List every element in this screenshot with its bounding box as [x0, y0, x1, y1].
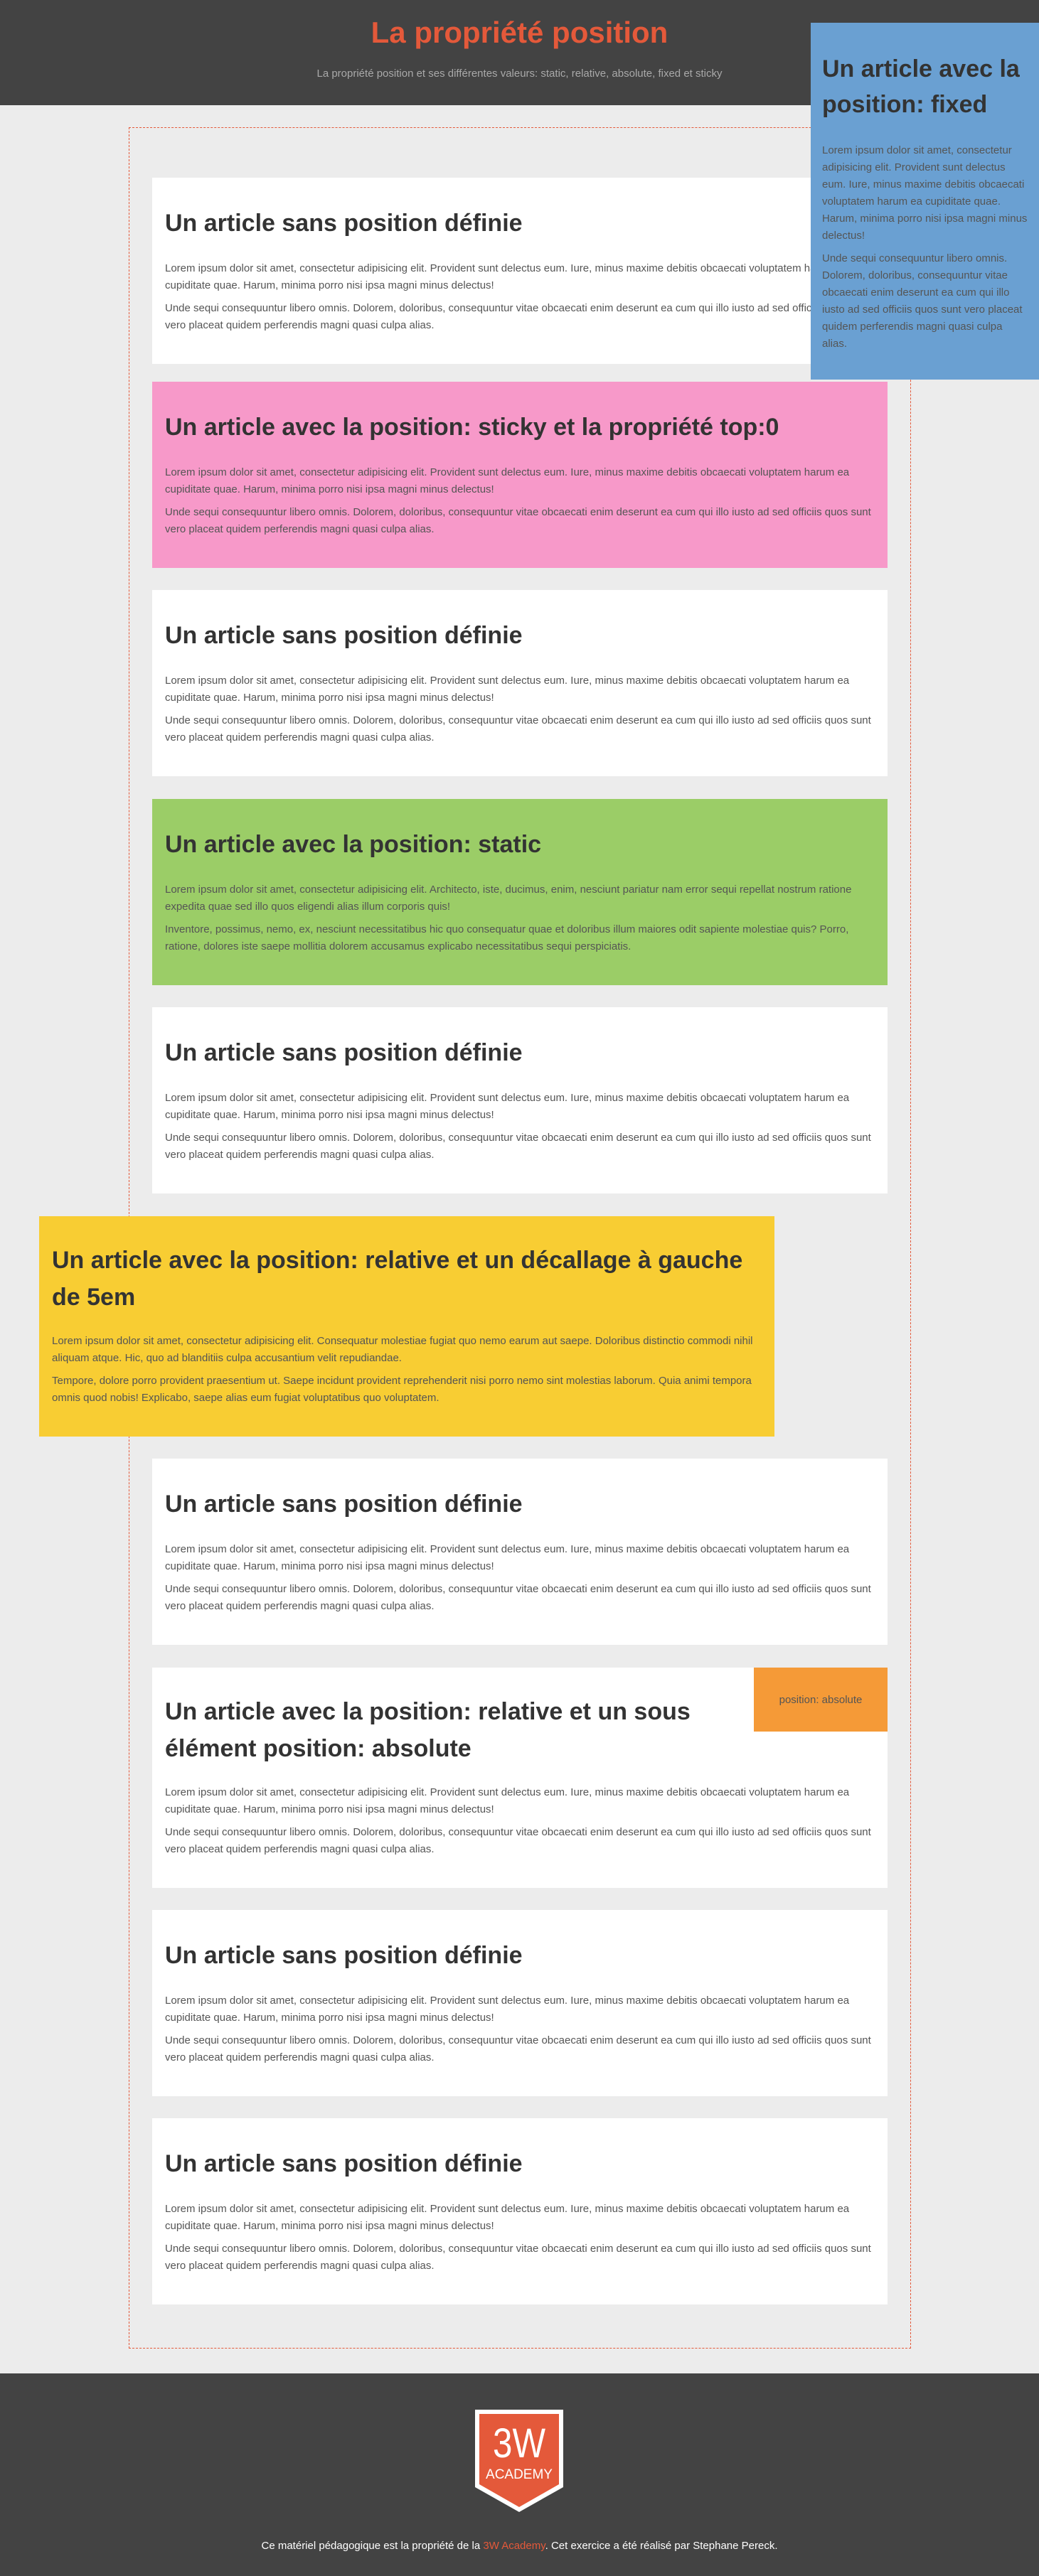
footer-text-before: Ce matériel pédagogique est la propriété…	[261, 2540, 484, 2552]
article-paragraph: Lorem ipsum dolor sit amet, consectetur …	[822, 144, 1028, 242]
article-paragraph: Lorem ipsum dolor sit amet, consectetur …	[165, 1995, 850, 2024]
article-paragraph: Lorem ipsum dolor sit amet, consectetur …	[165, 1786, 850, 1815]
article-paragraph: Lorem ipsum dolor sit amet, consectetur …	[165, 466, 850, 495]
article-paragraph: Tempore, dolore porro provident praesent…	[52, 1375, 752, 1404]
article-paragraph: Unde sequi consequuntur libero omnis. Do…	[165, 714, 871, 744]
article-paragraph: Lorem ipsum dolor sit amet, consectetur …	[165, 1092, 850, 1121]
article-title: Un article avec la position: static	[165, 831, 542, 858]
article-title: Un article avec la position: sticky et l…	[165, 414, 779, 441]
article-no-position: Un article sans position définie Lorem i…	[152, 1459, 888, 1645]
article-static: Un article avec la position: static Lore…	[152, 799, 888, 985]
article-no-position: Un article sans position définie Lorem i…	[152, 2118, 888, 2304]
article-paragraph: Unde sequi consequuntur libero omnis. Do…	[165, 1583, 871, 1612]
article-paragraph: Unde sequi consequuntur libero omnis. Do…	[165, 506, 871, 535]
3w-academy-logo: 3W ACADEMY	[475, 2410, 563, 2512]
article-title: Un article sans position définie	[165, 2150, 523, 2177]
article-paragraph: Unde sequi consequuntur libero omnis. Do…	[165, 302, 871, 331]
article-no-position: Un article sans position définie Lorem i…	[152, 178, 888, 364]
footer-text-after: . Cet exercice a été réalisé par Stephan…	[545, 2540, 778, 2552]
article-title: Un article sans position définie	[165, 1942, 523, 1969]
article-no-position: Un article sans position définie Lorem i…	[152, 1007, 888, 1193]
article-paragraph: Lorem ipsum dolor sit amet, consectetur …	[165, 262, 850, 291]
site-footer: 3W ACADEMY Ce matériel pédagogique est l…	[0, 2373, 1039, 2576]
logo-text-academy: ACADEMY	[486, 2467, 553, 2482]
article-paragraph: Lorem ipsum dolor sit amet, consectetur …	[165, 1543, 850, 1572]
article-paragraph: Unde sequi consequuntur libero omnis. Do…	[165, 1132, 871, 1161]
article-relative-left: Un article avec la position: relative et…	[39, 1216, 774, 1437]
absolute-child-box: position: absolute	[754, 1668, 888, 1732]
article-paragraph: Unde sequi consequuntur libero omnis. Do…	[822, 252, 1023, 350]
footer-academy-link[interactable]: 3W Academy	[483, 2540, 545, 2552]
article-title: Un article sans position définie	[165, 1491, 523, 1518]
article-no-position: Un article sans position définie Lorem i…	[152, 1910, 888, 2096]
article-paragraph: Inventore, possimus, nemo, ex, nesciunt …	[165, 923, 849, 952]
article-paragraph: Lorem ipsum dolor sit amet, consectetur …	[165, 2203, 850, 2232]
article-paragraph: Unde sequi consequuntur libero omnis. Do…	[165, 1826, 871, 1855]
article-sticky: Un article avec la position: sticky et l…	[152, 382, 888, 568]
footer-credits: Ce matériel pédagogique est la propriété…	[0, 2540, 1039, 2552]
article-title: Un article avec la position: relative et…	[52, 1247, 743, 1311]
article-no-position: Un article sans position définie Lorem i…	[152, 590, 888, 776]
article-paragraph: Lorem ipsum dolor sit amet, consectetur …	[165, 884, 852, 913]
logo-text-3w: 3W	[493, 2420, 545, 2467]
article-title: Un article avec la position: relative et…	[165, 1698, 691, 1762]
article-relative-absolute: position: absolute Un article avec la po…	[152, 1668, 888, 1888]
article-paragraph: Unde sequi consequuntur libero omnis. Do…	[165, 2034, 871, 2064]
article-paragraph: Lorem ipsum dolor sit amet, consectetur …	[165, 675, 850, 704]
article-paragraph: Unde sequi consequuntur libero omnis. Do…	[165, 2243, 871, 2272]
article-title: Un article avec la position: fixed	[822, 55, 1020, 118]
article-title: Un article sans position définie	[165, 1039, 523, 1066]
article-paragraph: Lorem ipsum dolor sit amet, consectetur …	[52, 1335, 753, 1364]
article-title: Un article sans position définie	[165, 622, 523, 649]
article-title: Un article sans position définie	[165, 210, 523, 237]
article-fixed: Un article avec la position: fixed Lorem…	[811, 23, 1039, 380]
